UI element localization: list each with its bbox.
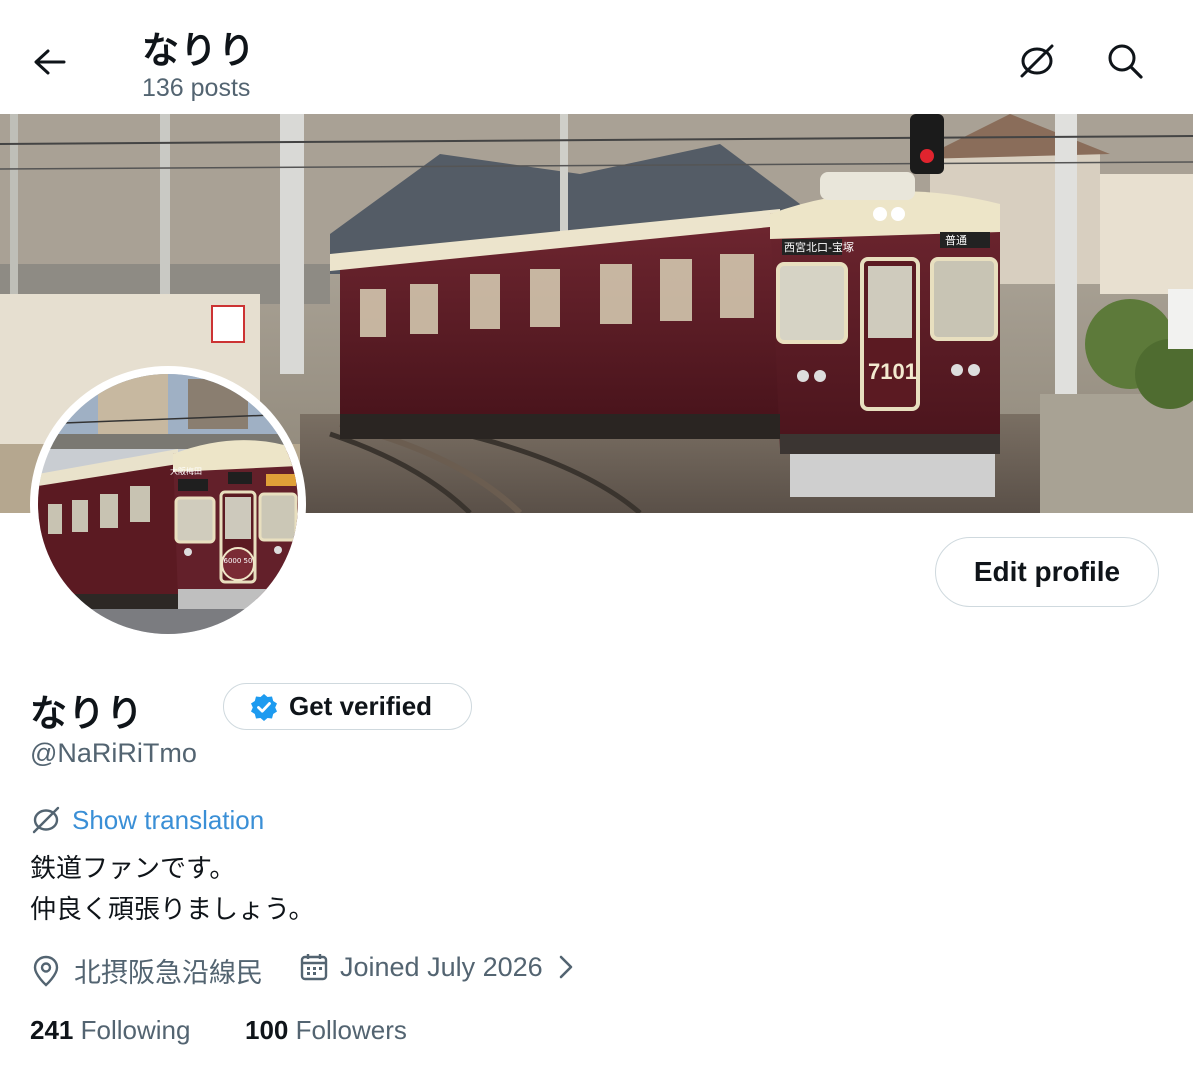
following-link[interactable]: 241 Following bbox=[30, 1015, 190, 1046]
display-name: なりり bbox=[30, 693, 144, 734]
get-verified-button[interactable]: Get verified bbox=[223, 683, 472, 730]
bio-line: 鉄道ファンです。 bbox=[30, 853, 236, 883]
banner-type-sign: 普通 bbox=[945, 234, 967, 247]
following-count: 241 bbox=[30, 1015, 74, 1045]
following-label: Following bbox=[80, 1015, 191, 1045]
avatar-front-sign: 大阪梅田 bbox=[170, 467, 202, 476]
back-arrow-icon bbox=[34, 49, 66, 75]
get-verified-label: Get verified bbox=[289, 691, 433, 721]
banner-train-number: 7101 bbox=[868, 359, 917, 384]
followers-count: 100 bbox=[245, 1015, 289, 1045]
translate-icon bbox=[1020, 44, 1054, 78]
location: 北摂阪急沿線民 bbox=[30, 951, 263, 990]
bio: 鉄道ファンです。 仲良く頑張りましょう。 bbox=[30, 848, 314, 930]
avatar[interactable]: 大阪梅田 6000 50 bbox=[30, 366, 306, 642]
joined-text: Joined July 2026 bbox=[340, 951, 543, 982]
bio-line: 仲良く頑張りましょう。 bbox=[30, 894, 315, 924]
chevron-right-icon bbox=[559, 955, 572, 979]
post-count: 136 posts bbox=[142, 74, 251, 102]
location-pin-icon bbox=[33, 955, 59, 987]
joined-date[interactable]: Joined July 2026 bbox=[298, 951, 577, 983]
user-handle: @NaRiRiTmo bbox=[30, 738, 197, 768]
search-button[interactable] bbox=[1104, 40, 1146, 82]
page-title: なりり bbox=[142, 30, 256, 71]
avatar-emblem: 6000 50 bbox=[223, 557, 253, 565]
back-button[interactable] bbox=[28, 42, 72, 82]
translate-icon bbox=[32, 806, 60, 834]
banner-destination-sign: 西宮北口-宝塚 bbox=[784, 241, 854, 254]
edit-profile-button[interactable]: Edit profile bbox=[935, 537, 1159, 607]
show-translation-link[interactable]: Show translation bbox=[30, 804, 264, 836]
location-text: 北摂阪急沿線民 bbox=[74, 958, 263, 988]
show-translation-label: Show translation bbox=[72, 804, 265, 835]
avatar-train-image bbox=[38, 374, 298, 634]
followers-label: Followers bbox=[295, 1015, 407, 1045]
verified-badge-icon bbox=[251, 693, 277, 721]
calendar-icon bbox=[300, 954, 328, 981]
followers-link[interactable]: 100 Followers bbox=[245, 1015, 407, 1046]
translate-button[interactable] bbox=[1016, 40, 1058, 82]
search-icon bbox=[1108, 44, 1143, 79]
top-bar: なりり 136 posts bbox=[0, 0, 1193, 114]
